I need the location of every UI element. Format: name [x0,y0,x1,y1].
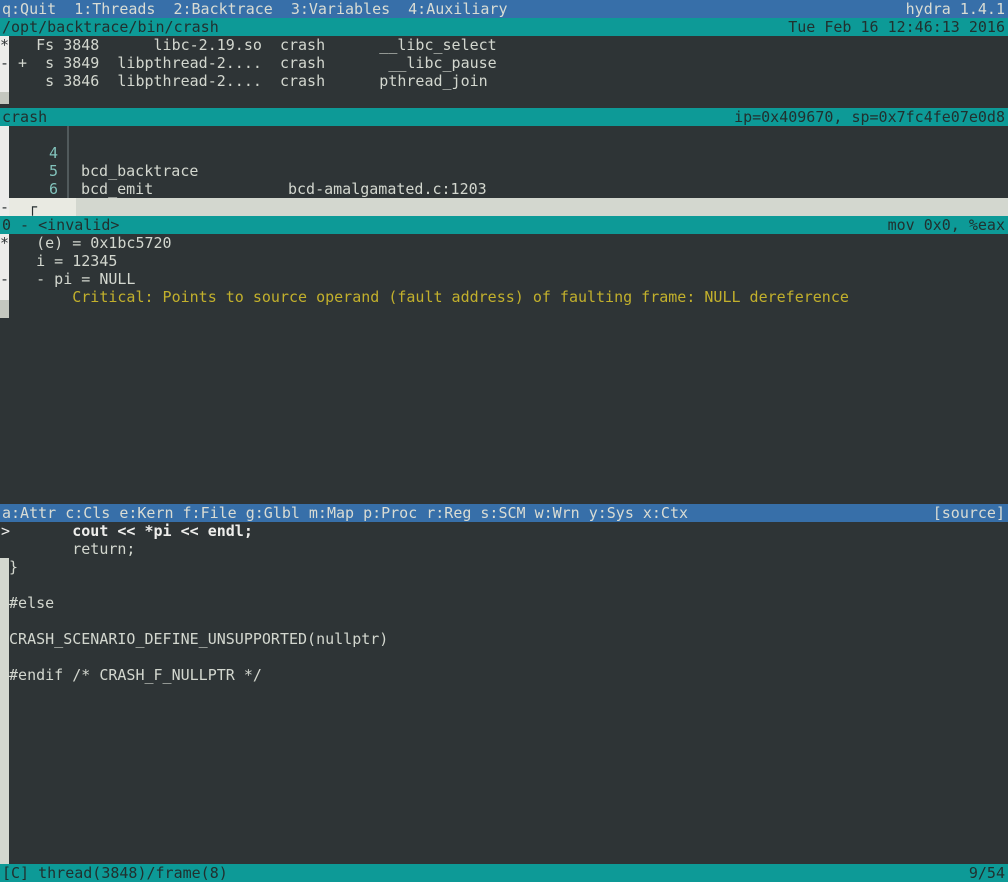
shortcut-glbl[interactable]: g:Glbl [246,504,300,522]
source-scrollbar-thumb[interactable] [0,558,9,864]
shortcut-attr[interactable]: a:Attr [2,504,56,522]
shortcut-cls[interactable]: c:Cls [65,504,110,522]
menu-item-backtrace[interactable]: 2:Backtrace [173,0,272,18]
variable-current-marker: * [0,234,9,252]
backtrace-frame-row-selected[interactable]: ┌ 8 scenario_nullptr_fault nullptr.cpp:2… [0,198,1008,216]
source-line [0,612,1008,630]
menu-item-quit[interactable]: q:Quit [2,0,56,18]
backtrace-header-bar: crash ip=0x409670, sp=0x7fc4fe07e0d8 [0,108,1008,126]
source-line: } [0,558,1008,576]
critical-warning-text: Critical: Points to source operand (faul… [0,288,849,306]
status-bar: [C] thread(3848)/frame(8) 9/54 [0,864,1008,882]
source-shortcut-bar: a:Attr c:Cls e:Kern f:File g:Glbl m:Map p:Proc… [0,504,1008,522]
menu-item-auxiliary[interactable]: 4:Auxiliary [408,0,507,18]
status-context: [C] thread(3848)/frame(8) [2,864,228,882]
thread-mark-indicator: - [0,54,9,72]
variables-panel: (e) = 0x1bc5720 i = 12345 - pi = NULL Cr… [0,234,1008,504]
source-code-text: return; [0,540,135,558]
variable-row[interactable]: - pi = NULL [0,270,1008,288]
frame-info-title: 0 - <invalid> [2,216,119,234]
variable-mark-indicator: - [0,270,9,288]
source-line [0,648,1008,666]
shortcut-file[interactable]: f:File [183,504,237,522]
thread-row[interactable]: Fs 3848 libc-2.19.so crash __libc_select [0,36,1008,54]
shortcut-reg[interactable]: r:Reg [426,504,471,522]
source-code-text: cout << *pi << endl; [0,522,253,540]
source-line [0,576,1008,594]
shortcut-proc[interactable]: p:Proc [363,504,417,522]
shortcut-sys[interactable]: y:Sys [589,504,634,522]
menu-items: q:Quit 1:Threads 2:Backtrace 3:Variables 4:A… [2,0,526,18]
thread-current-marker: * [0,36,9,54]
thread-row[interactable]: + s 3849 libpthread-2.... crash __libc_p… [0,54,1008,72]
menu-item-threads[interactable]: 1:Threads [74,0,155,18]
current-frame-icon: ┌ [28,198,37,216]
backtrace-title: crash [2,108,47,126]
shortcut-items: a:Attr c:Cls e:Kern f:File g:Glbl m:Map p:Proc… [2,504,697,522]
backtrace-frame-row[interactable]: 7 __restore_rt ../nptl/sysdeps/pthread/f… [0,180,1008,198]
menubar: q:Quit 1:Threads 2:Backtrace 3:Variables 4:A… [0,0,1008,18]
app-title: hydra 1.4.1 [906,0,1005,18]
variables-scrollbar-thumb[interactable] [0,300,9,318]
source-panel: > cout << *pi << endl; return; } #else C… [0,522,1008,864]
variable-row[interactable]: i = 12345 [0,252,1008,270]
executable-path: /opt/backtrace/bin/crash [2,18,219,36]
variable-text: i = 12345 [0,252,117,270]
source-line-current: > cout << *pi << endl; [0,522,1008,540]
view-mode-badge: [source] [933,504,1005,522]
menu-item-variables[interactable]: 3:Variables [291,0,390,18]
backtrace-frame-row[interactable]: 5 bcd_emit bcd-amalgamated.c:1215 [0,144,1008,162]
backtrace-frame-row[interactable]: 6 crash_signal crash.c:416 [0,162,1008,180]
frame-info-bar: 0 - <invalid> mov 0x0, %eax [0,216,1008,234]
shortcut-kern[interactable]: e:Kern [119,504,173,522]
backtrace-mark-indicator: - [0,198,9,216]
register-values: ip=0x409670, sp=0x7fc4fe07e0d8 [734,108,1005,126]
source-code-text: #endif /* CRASH_F_NULLPTR */ [0,666,262,684]
source-line: return; [0,540,1008,558]
variable-warning-row: Critical: Points to source operand (faul… [0,288,1008,306]
threads-panel: Fs 3848 libc-2.19.so crash __libc_select… [0,36,1008,108]
selected-frame-band [9,198,76,216]
source-line: CRASH_SCENARIO_DEFINE_UNSUPPORTED(nullpt… [0,630,1008,648]
threads-scrollbar-thumb[interactable] [0,92,9,104]
backtrace-panel: 4 bcd_backtrace bcd-amalgamated.c:1203 5… [0,126,1008,216]
source-code-text: CRASH_SCENARIO_DEFINE_UNSUPPORTED(nullpt… [0,630,388,648]
shortcut-ctx[interactable]: x:Ctx [643,504,688,522]
source-line: #endif /* CRASH_F_NULLPTR */ [0,666,1008,684]
source-line: #else [0,594,1008,612]
shortcut-wrn[interactable]: w:Wrn [535,504,580,522]
path-bar: /opt/backtrace/bin/crash Tue Feb 16 12:4… [0,18,1008,36]
thread-row-text: + s 3849 libpthread-2.... crash __libc_p… [0,54,497,72]
shortcut-scm[interactable]: s:SCM [480,504,525,522]
status-position: 9/54 [969,864,1005,882]
thread-row-text: s 3846 libpthread-2.... crash pthread_jo… [0,72,488,90]
current-instruction: mov 0x0, %eax [888,216,1005,234]
thread-row[interactable]: s 3846 libpthread-2.... crash pthread_jo… [0,72,1008,90]
variable-text: - pi = NULL [0,270,135,288]
variable-row[interactable]: (e) = 0x1bc5720 [0,234,1008,252]
shortcut-map[interactable]: m:Map [309,504,354,522]
thread-row-text: Fs 3848 libc-2.19.so crash __libc_select [0,36,497,54]
backtrace-frame-row[interactable]: 4 bcd_backtrace bcd-amalgamated.c:1203 [0,126,1008,144]
clock: Tue Feb 16 12:46:13 2016 [788,18,1005,36]
variable-text: (e) = 0x1bc5720 [0,234,172,252]
